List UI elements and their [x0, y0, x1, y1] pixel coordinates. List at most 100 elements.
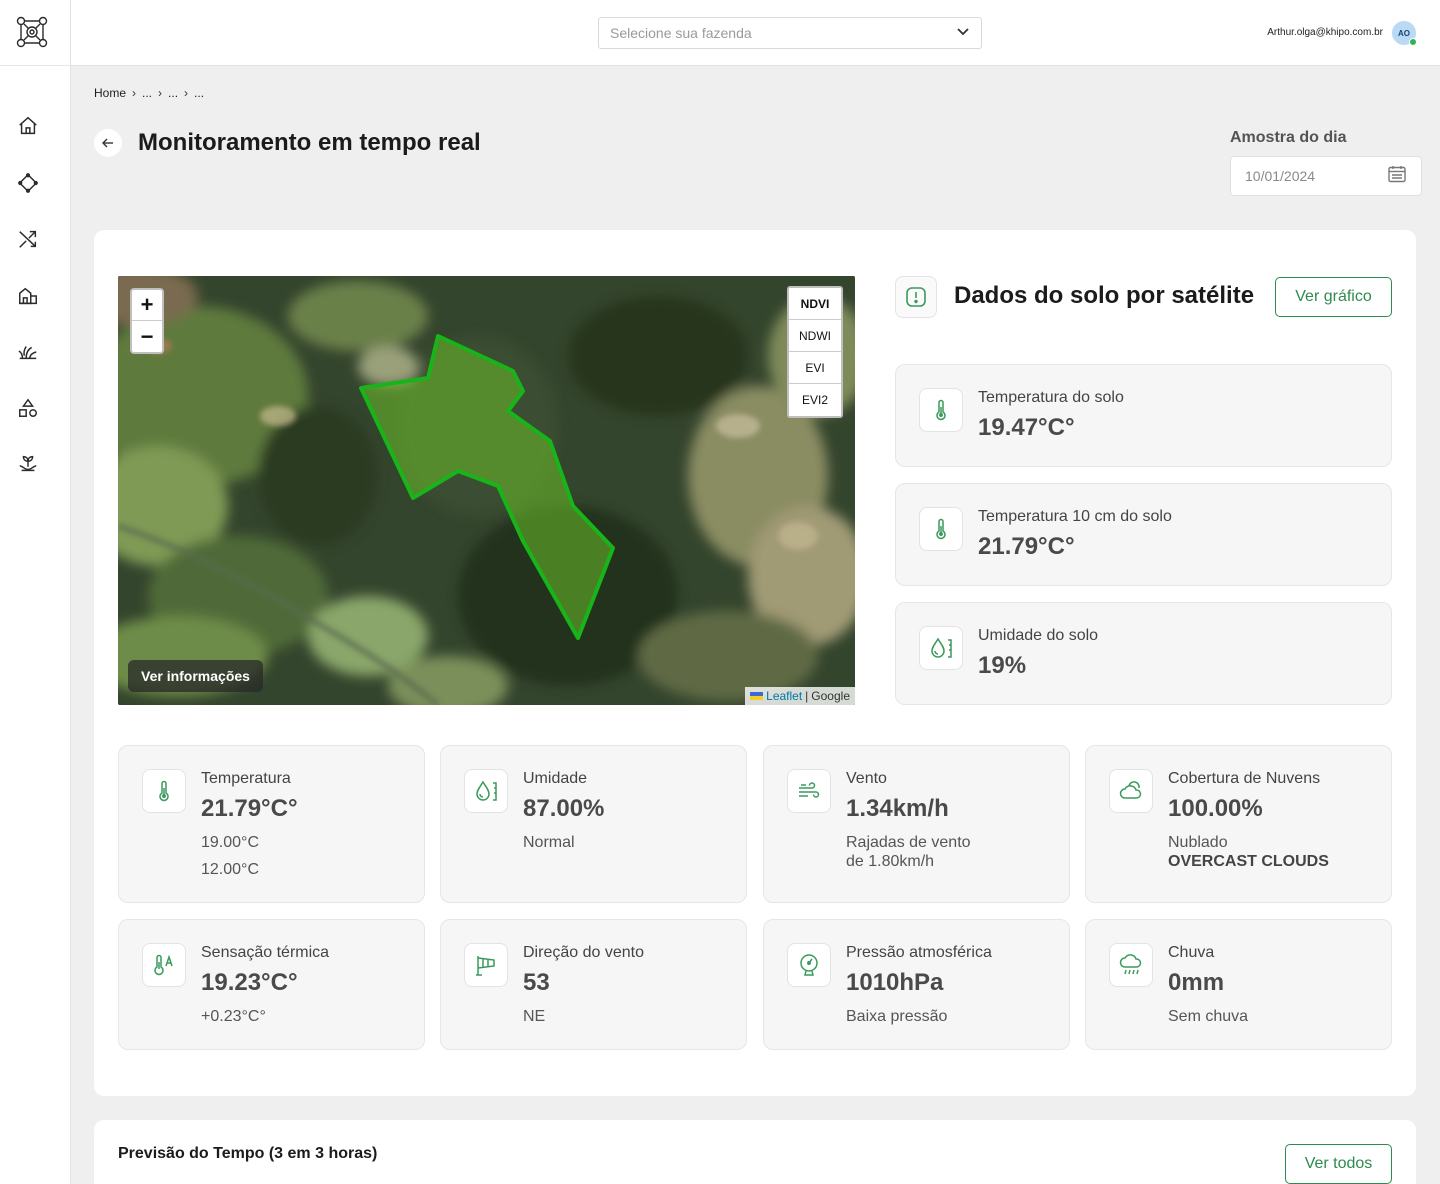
card-value: 19.47°C° [978, 414, 1075, 441]
feels-like-icon [142, 943, 186, 987]
feels-like-diff: +0.23°C° [201, 1008, 266, 1025]
cloud-cover-card: Cobertura de Nuvens 100.00% Nublado OVER… [1085, 745, 1392, 903]
soil-moisture-card: Umidade do solo 19% [895, 602, 1392, 705]
date-value: 10/01/2024 [1245, 168, 1316, 184]
soil-temperature-card: Temperatura do solo 19.47°C° [895, 364, 1392, 467]
pressure-status: Baixa pressão [846, 1008, 948, 1025]
view-all-button[interactable]: Ver todos [1285, 1144, 1392, 1184]
droplet-gauge-icon [464, 769, 508, 813]
temperature-card: Temperatura 21.79°C° 19.00°C 12.00°C [118, 745, 425, 903]
pressure-card: Pressão atmosférica 1010hPa Baixa pressã… [763, 919, 1070, 1050]
ukraine-flag-icon [750, 692, 764, 700]
date-label: Amostra do dia [1230, 129, 1347, 146]
windsock-icon [464, 943, 508, 987]
card-value: 19.23°C° [201, 969, 298, 996]
layer-option-ndwi[interactable]: NDWI [789, 320, 841, 352]
rain-icon [1109, 943, 1153, 987]
farm-building-icon[interactable] [16, 284, 40, 308]
card-value: 87.00% [523, 795, 605, 822]
sidebar-divider [0, 65, 70, 66]
card-label: Sensação térmica [201, 944, 330, 961]
farm-select[interactable]: Selecione sua fazenda [598, 17, 982, 49]
alert-icon [895, 276, 937, 318]
wind-gust-value: de 1.80km/h [846, 853, 935, 870]
thermometer-icon [142, 769, 186, 813]
card-value: 19% [978, 652, 1027, 679]
card-label: Temperatura 10 cm do solo [978, 508, 1172, 525]
page-title: Monitoramento em tempo real [138, 129, 481, 156]
chevron-right-icon: › [132, 86, 137, 100]
rain-status: Sem chuva [1168, 1008, 1249, 1025]
chevron-right-icon: › [158, 86, 163, 100]
cloud-description: OVERCAST CLOUDS [1168, 853, 1329, 870]
layer-option-evi[interactable]: EVI [789, 352, 841, 384]
card-label: Pressão atmosférica [846, 944, 992, 961]
cloud-status: Nublado [1168, 834, 1228, 851]
chevron-down-icon [956, 24, 970, 43]
satellite-map[interactable]: + − NDVI NDWI EVI EVI2 Ver informações L… [118, 276, 855, 705]
wind-direction-cardinal: NE [523, 1008, 546, 1025]
avatar-initials: AO [1398, 28, 1410, 38]
map-info-button[interactable]: Ver informações [128, 660, 263, 692]
zoom-out-button[interactable]: − [132, 321, 162, 352]
monitoring-card: + − NDVI NDWI EVI EVI2 Ver informações L… [94, 230, 1416, 1096]
card-label: Direção do vento [523, 944, 644, 961]
view-chart-button[interactable]: Ver gráfico [1275, 277, 1392, 317]
card-label: Chuva [1168, 944, 1215, 961]
home-icon[interactable] [16, 114, 40, 138]
thermometer-icon [919, 507, 963, 551]
max-temperature: 19.00°C [201, 834, 259, 851]
breadcrumb-item[interactable]: ... [194, 86, 204, 100]
wind-icon [787, 769, 831, 813]
card-label: Temperatura [201, 770, 291, 787]
sidebar [0, 0, 71, 1184]
forecast-title: Previsão do Tempo (3 em 3 horas) [118, 1145, 378, 1162]
cloud-icon [1109, 769, 1153, 813]
zoom-control: + − [130, 288, 164, 354]
breadcrumb-item[interactable]: ... [142, 86, 152, 100]
plant-hand-icon[interactable] [16, 452, 40, 476]
layer-selector: NDVI NDWI EVI EVI2 [787, 286, 843, 418]
back-button[interactable] [94, 129, 122, 157]
calendar-icon [1387, 164, 1407, 189]
date-picker[interactable]: 10/01/2024 [1230, 156, 1422, 196]
arrow-left-icon [102, 138, 113, 148]
diamond-nodes-icon[interactable] [16, 171, 40, 195]
breadcrumb-item[interactable]: ... [168, 86, 178, 100]
card-value: 0mm [1168, 969, 1225, 996]
pressure-gauge-icon [787, 943, 831, 987]
wind-gust-label: Rajadas de vento [846, 834, 971, 851]
leaflet-link[interactable]: Leaflet [766, 689, 802, 703]
satellite-imagery[interactable] [118, 276, 855, 705]
humidity-status: Normal [523, 834, 575, 851]
card-label: Temperatura do solo [978, 389, 1124, 406]
soil-data-title: Dados do solo por satélite [954, 282, 1255, 309]
avatar[interactable]: AO [1392, 21, 1417, 46]
online-status-dot [1409, 38, 1417, 46]
min-temperature: 12.00°C [201, 861, 259, 878]
attribution-separator: | [805, 689, 809, 703]
card-label: Umidade do solo [978, 627, 1099, 644]
shapes-icon[interactable] [16, 396, 40, 420]
shuffle-icon[interactable] [16, 227, 40, 251]
wind-direction-card: Direção do vento 53 NE [440, 919, 747, 1050]
card-label: Umidade [523, 770, 588, 787]
layer-option-evi2[interactable]: EVI2 [789, 384, 841, 416]
app-logo-icon[interactable] [14, 14, 50, 50]
card-label: Vento [846, 770, 887, 787]
breadcrumb-home[interactable]: Home [94, 86, 126, 100]
card-value: 100.00% [1168, 795, 1263, 822]
card-value: 53 [523, 969, 550, 996]
card-value: 21.79°C° [201, 795, 298, 822]
breadcrumb: Home › ... › ... › ... [94, 86, 204, 100]
zoom-in-button[interactable]: + [132, 290, 162, 321]
layer-option-ndvi[interactable]: NDVI [789, 288, 841, 320]
top-header: Selecione sua fazenda Arthur.olga@khipo.… [71, 0, 1440, 66]
farm-select-placeholder: Selecione sua fazenda [610, 25, 752, 41]
rain-card: Chuva 0mm Sem chuva [1085, 919, 1392, 1050]
wind-card: Vento 1.34km/h Rajadas de vento de 1.80k… [763, 745, 1070, 903]
feels-like-card: Sensação térmica 19.23°C° +0.23°C° [118, 919, 425, 1050]
grass-icon[interactable] [16, 340, 40, 364]
thermometer-icon [919, 388, 963, 432]
attribution-source: Google [811, 689, 850, 703]
